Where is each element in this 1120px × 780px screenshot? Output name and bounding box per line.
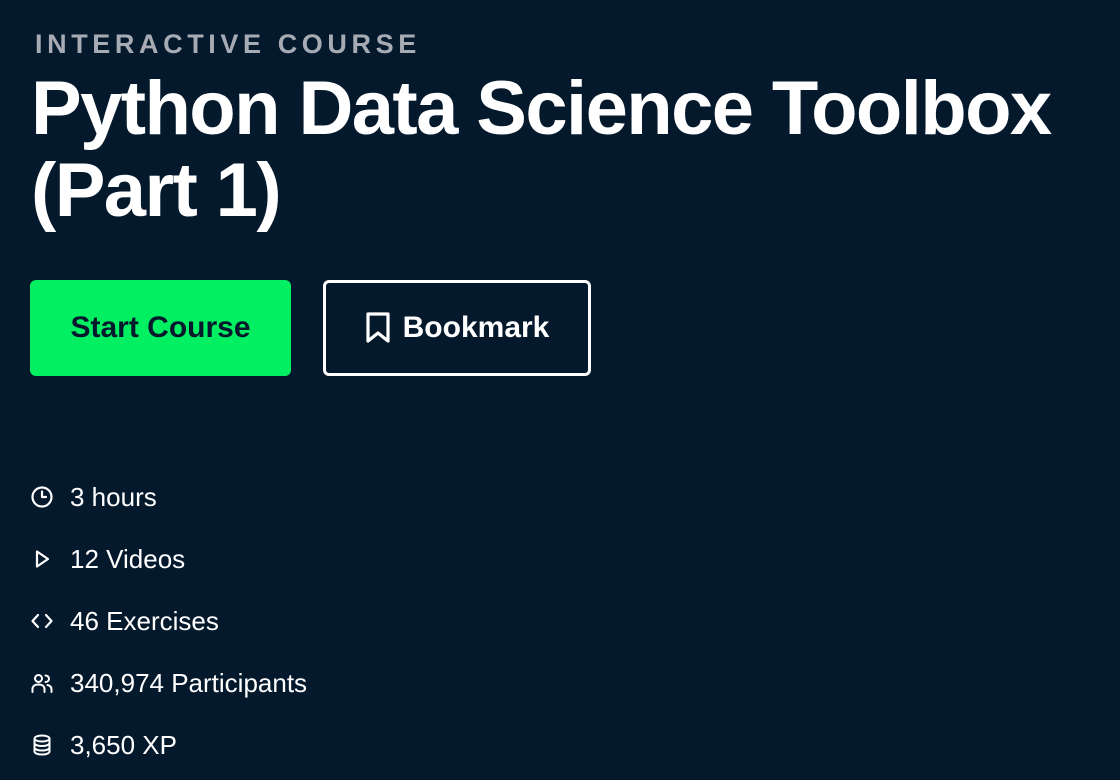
bookmark-icon: [365, 312, 391, 344]
course-stats-list: 3 hours 12 Videos 46 Exercises 340,974 P…: [30, 466, 307, 776]
play-icon: [30, 547, 54, 571]
bookmark-label: Bookmark: [402, 311, 550, 344]
stat-xp: 3,650 XP: [30, 714, 307, 776]
stat-label: 3 hours: [70, 481, 157, 512]
clock-icon: [30, 485, 54, 509]
stat-label: 340,974 Participants: [70, 667, 308, 698]
code-icon: [30, 609, 54, 633]
stat-label: 3,650 XP: [70, 729, 177, 760]
stat-participants: 340,974 Participants: [30, 652, 307, 714]
course-header-page: INTERACTIVE COURSE Python Data Science T…: [0, 0, 1120, 780]
users-icon: [30, 671, 54, 695]
stat-label: 12 Videos: [70, 543, 186, 574]
start-course-label: Start Course: [70, 311, 251, 344]
stat-exercises: 46 Exercises: [30, 590, 307, 652]
stat-label: 46 Exercises: [70, 605, 219, 636]
bookmark-button[interactable]: Bookmark: [323, 280, 591, 376]
stat-videos: 12 Videos: [30, 528, 307, 590]
database-icon: [30, 733, 54, 757]
stat-duration: 3 hours: [30, 466, 307, 528]
page-title: Python Data Science Toolbox (Part 1): [31, 66, 1052, 233]
course-type-label: INTERACTIVE COURSE: [35, 29, 421, 59]
start-course-button[interactable]: Start Course: [30, 280, 291, 376]
